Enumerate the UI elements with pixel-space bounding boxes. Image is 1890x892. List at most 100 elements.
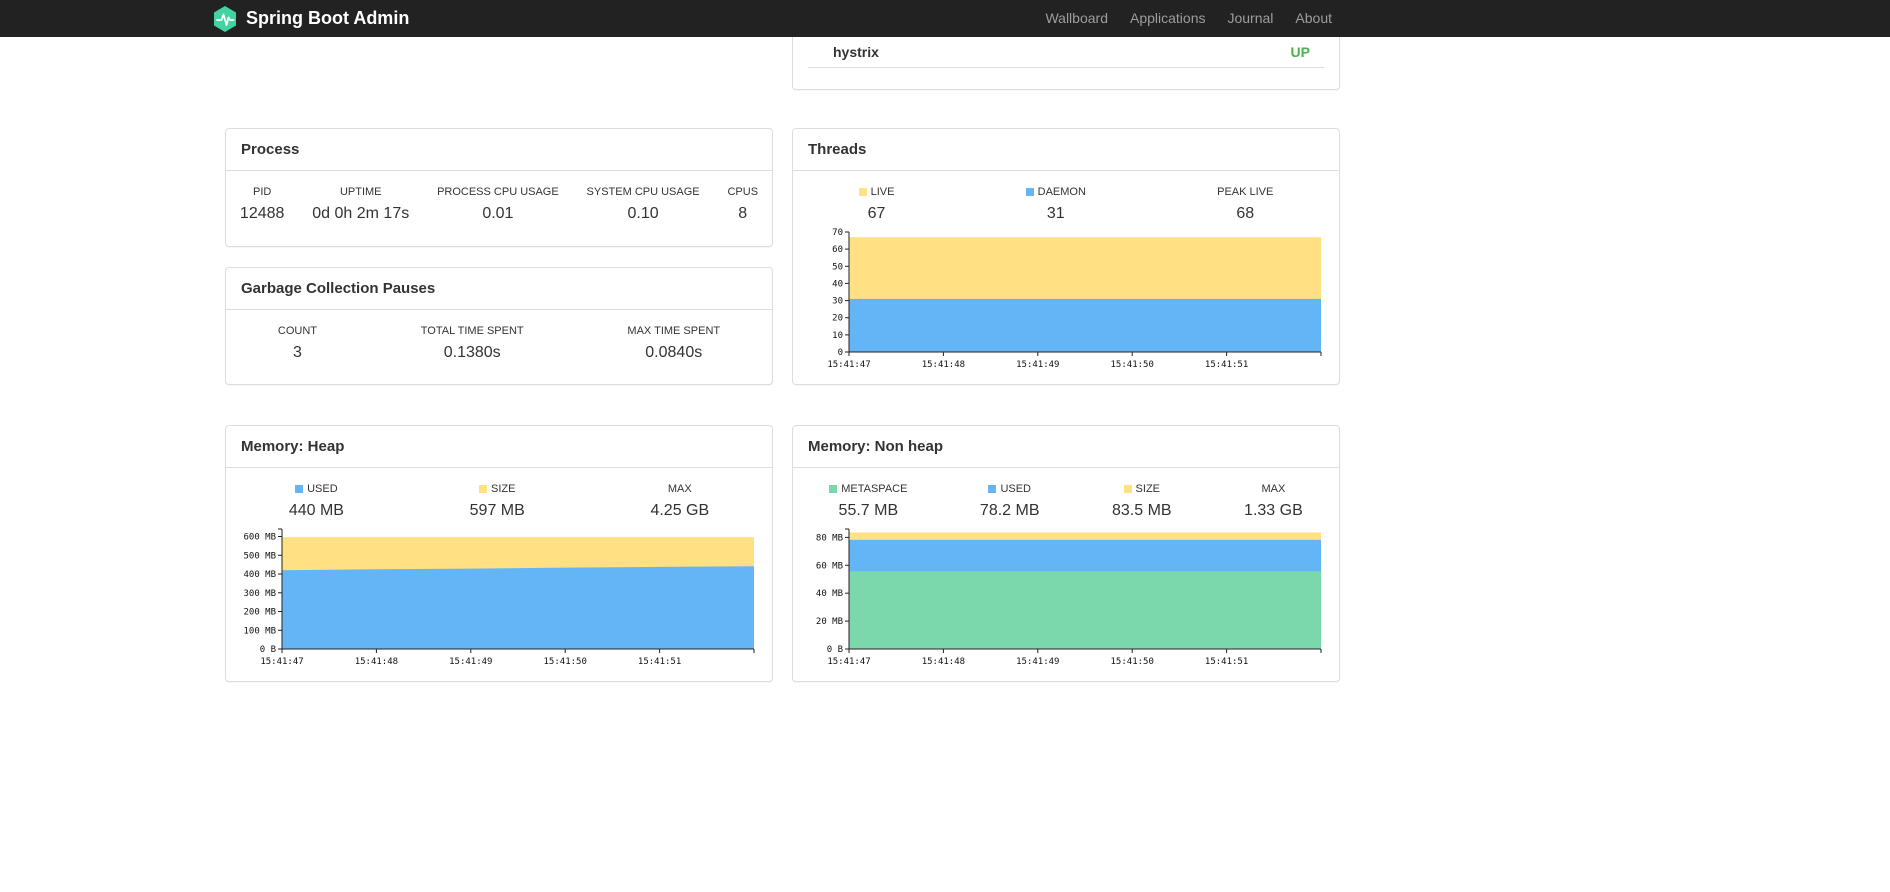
- metric-label-text: UPTIME: [339, 186, 382, 198]
- metric-label: PID: [240, 186, 285, 198]
- metric-label-text: PID: [253, 186, 272, 198]
- metric-label: TOTAL TIME SPENT: [421, 325, 524, 337]
- metric-pid: PID 12488: [240, 186, 285, 223]
- metric-value: 3: [292, 344, 302, 361]
- metric-label: DAEMON: [1025, 186, 1086, 198]
- svg-text:0 B: 0 B: [827, 645, 843, 655]
- metric-gc-max-time: MAX TIME SPENT 0.0840s: [627, 325, 720, 362]
- nav-item-applications[interactable]: Applications: [1119, 0, 1217, 37]
- threads-metrics: LIVE 67 DAEMON 31 PEAK LIVE 68: [793, 171, 1339, 223]
- svg-text:0: 0: [838, 348, 843, 358]
- metric-label: SIZE: [470, 483, 525, 495]
- nav-item-journal[interactable]: Journal: [1216, 0, 1284, 37]
- metric-label-text: LIVE: [870, 186, 895, 198]
- metric-label-text: SIZE: [490, 483, 516, 495]
- metric-label: MAX: [650, 483, 709, 495]
- metric-label: CPUS: [727, 186, 758, 198]
- metric-label-text: MAX: [1261, 483, 1286, 495]
- navbar-inner: Spring Boot Admin Wallboard Applications…: [212, 0, 1343, 37]
- metric-uptime: UPTIME 0d 0h 2m 17s: [312, 186, 409, 223]
- brand-link[interactable]: Spring Boot Admin: [212, 5, 409, 33]
- svg-text:70: 70: [832, 228, 843, 238]
- metric-value: 55.7 MB: [838, 502, 899, 519]
- metric-label-text: CPUS: [727, 186, 759, 198]
- nav-item-about[interactable]: About: [1284, 0, 1343, 37]
- metric-label: SIZE: [1112, 483, 1172, 495]
- metric-label-text: PROCESS CPU USAGE: [437, 186, 559, 198]
- metric-system-cpu: SYSTEM CPU USAGE 0.10: [587, 186, 700, 223]
- navbar-menu: Wallboard Applications Journal About: [1034, 0, 1343, 37]
- metric-process-cpu: PROCESS CPU USAGE 0.01: [437, 186, 559, 223]
- metric-nonheap-size: SIZE 83.5 MB: [1112, 483, 1172, 520]
- health-row-hystrix: hystrix UP: [808, 37, 1324, 68]
- metric-value: 0.01: [482, 205, 514, 222]
- memory-nonheap-chart: 0 B 20 MB 40 MB 60 MB 80 MB 15:41:47 15:41:48 1…: [805, 522, 1325, 674]
- process-panel-title: Process: [226, 129, 772, 171]
- memory-nonheap-panel: Memory: Non heap METASPACE 55.7 MB USED …: [792, 425, 1340, 682]
- metric-label: PROCESS CPU USAGE: [437, 186, 559, 198]
- svg-text:40 MB: 40 MB: [816, 589, 843, 599]
- nonheap-metrics: METASPACE 55.7 MB USED 78.2 MB SIZE 83.5…: [793, 468, 1339, 520]
- svg-text:15:41:51: 15:41:51: [1205, 360, 1248, 370]
- nonheap-panel-title: Memory: Non heap: [793, 426, 1339, 468]
- metric-label: COUNT: [278, 325, 317, 337]
- metric-heap-used: USED 440 MB: [289, 483, 344, 520]
- svg-text:15:41:48: 15:41:48: [922, 360, 965, 370]
- health-indicator-name: hystrix: [833, 44, 879, 60]
- svg-text:200 MB: 200 MB: [243, 608, 276, 618]
- svg-text:300 MB: 300 MB: [243, 589, 276, 599]
- metric-label: UPTIME: [312, 186, 409, 198]
- svg-text:500 MB: 500 MB: [243, 551, 276, 561]
- svg-text:40: 40: [832, 279, 843, 289]
- metric-label-text: MAX: [667, 483, 692, 495]
- metric-value: 83.5 MB: [1111, 502, 1172, 519]
- metric-value: 0d 0h 2m 17s: [312, 205, 410, 222]
- svg-text:15:41:47: 15:41:47: [827, 657, 870, 667]
- metric-value: 1.33 GB: [1244, 502, 1303, 519]
- svg-text:15:41:50: 15:41:50: [1111, 657, 1154, 667]
- metric-value: 0.10: [627, 205, 659, 222]
- metric-label: METASPACE: [829, 483, 907, 495]
- metric-heap-size: SIZE 597 MB: [470, 483, 525, 520]
- daemon-legend-swatch-icon: [1025, 188, 1034, 196]
- top-navbar: Spring Boot Admin Wallboard Applications…: [0, 0, 1890, 37]
- metric-label: PEAK LIVE: [1217, 186, 1273, 198]
- used-legend-swatch-icon: [988, 485, 997, 493]
- application-status-panel: hystrix UP: [792, 37, 1340, 90]
- metric-value: 67: [867, 205, 886, 222]
- svg-text:10: 10: [832, 331, 843, 341]
- svg-text:80 MB: 80 MB: [816, 533, 843, 543]
- svg-text:15:41:49: 15:41:49: [1016, 360, 1059, 370]
- process-metrics: PID 12488 UPTIME 0d 0h 2m 17s PROCESS CP…: [226, 171, 772, 223]
- metric-label-text: TOTAL TIME SPENT: [420, 325, 524, 337]
- svg-text:50: 50: [832, 262, 843, 272]
- metric-label-text: METASPACE: [841, 483, 908, 495]
- metric-label-text: USED: [1000, 483, 1031, 495]
- nav-item-wallboard[interactable]: Wallboard: [1034, 0, 1119, 37]
- svg-text:15:41:47: 15:41:47: [260, 657, 303, 667]
- metric-value: 4.25 GB: [650, 502, 710, 519]
- metric-label: MAX TIME SPENT: [627, 325, 720, 337]
- status-badge: UP: [1290, 44, 1310, 60]
- gc-metrics: COUNT 3 TOTAL TIME SPENT 0.1380s MAX TIM…: [226, 310, 772, 362]
- metric-gc-count: COUNT 3: [278, 325, 317, 362]
- svg-text:20: 20: [832, 314, 843, 324]
- metric-label: SYSTEM CPU USAGE: [587, 186, 700, 198]
- metric-label: USED: [980, 483, 1040, 495]
- metric-cpus: CPUS 8: [727, 186, 758, 223]
- threads-chart: 0 10 20 30 40 50 60 70 15:41:47 15:41:48 15:41:49 1…: [805, 225, 1325, 377]
- metric-label: LIVE: [858, 186, 895, 198]
- metric-value: 78.2 MB: [979, 502, 1040, 519]
- svg-text:400 MB: 400 MB: [243, 570, 276, 580]
- metric-live-threads: LIVE 67: [858, 186, 895, 223]
- metric-value: 31: [1046, 205, 1065, 222]
- used-legend-swatch-icon: [295, 485, 304, 493]
- svg-text:15:41:50: 15:41:50: [1111, 360, 1154, 370]
- svg-text:15:41:47: 15:41:47: [827, 360, 870, 370]
- metric-label: USED: [289, 483, 344, 495]
- heap-metrics: USED 440 MB SIZE 597 MB MAX 4.25 GB: [226, 468, 772, 520]
- metric-value: 597 MB: [469, 502, 525, 519]
- svg-text:15:41:51: 15:41:51: [1205, 657, 1248, 667]
- metric-label-text: SYSTEM CPU USAGE: [586, 186, 700, 198]
- memory-heap-panel: Memory: Heap USED 440 MB SIZE 597 MB MAX…: [225, 425, 773, 682]
